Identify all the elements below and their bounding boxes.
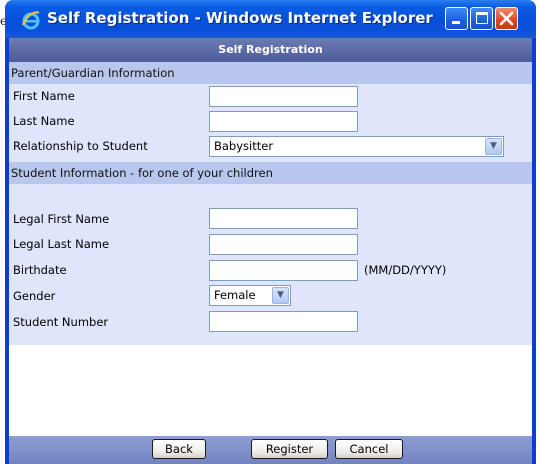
gender-label: Gender [13,289,56,303]
legal-last-name-field[interactable] [209,234,358,255]
relationship-label: Relationship to Student [13,139,148,153]
student-number-field[interactable] [209,311,358,332]
legal-last-name-label: Legal Last Name [13,237,110,251]
window-title: Self Registration - Windows Internet Exp… [47,9,433,27]
close-button[interactable] [495,7,518,30]
birthdate-label: Birthdate [13,263,67,277]
legal-first-name-label: Legal First Name [13,212,110,226]
browser-window: Self Registration - Windows Internet Exp… [5,0,536,464]
legal-first-name-field[interactable] [209,208,358,229]
gender-select[interactable]: Female ▼ [209,285,291,306]
relationship-selected-value: Babysitter [214,139,274,153]
chevron-down-icon[interactable]: ▼ [485,138,502,155]
parent-section-body: First Name Last Name Relationship to Stu… [9,84,532,162]
back-button[interactable]: Back [152,439,206,459]
maximize-button[interactable] [470,7,493,30]
first-name-label: First Name [13,89,75,103]
student-number-label: Student Number [13,315,109,329]
minimize-icon [452,21,460,24]
last-name-label: Last Name [13,114,75,128]
maximize-icon [476,12,488,24]
form-title: Self Registration [9,38,532,62]
student-section-header: Student Information - for one of your ch… [9,162,532,184]
relationship-select[interactable]: Babysitter ▼ [209,136,504,157]
cancel-button[interactable]: Cancel [335,439,403,459]
birthdate-field[interactable] [209,260,358,281]
minimize-button[interactable] [445,7,468,30]
parent-section-header: Parent/Guardian Information [9,62,532,84]
register-button[interactable]: Register [251,439,328,459]
first-name-field[interactable] [209,86,358,107]
dialog-content: Self Registration Parent/Guardian Inform… [9,38,532,464]
chevron-down-icon[interactable]: ▼ [272,287,289,304]
last-name-field[interactable] [209,111,358,132]
button-bar: Back Register Cancel [9,436,532,464]
gender-selected-value: Female [214,288,256,302]
empty-content-area [9,345,532,436]
birthdate-format-hint: (MM/DD/YYYY) [364,263,447,277]
internet-explorer-icon [22,11,40,30]
title-bar[interactable]: Self Registration - Windows Internet Exp… [5,0,536,38]
close-icon [499,11,514,26]
student-section-body: Legal First Name Legal Last Name Birthda… [9,184,532,345]
